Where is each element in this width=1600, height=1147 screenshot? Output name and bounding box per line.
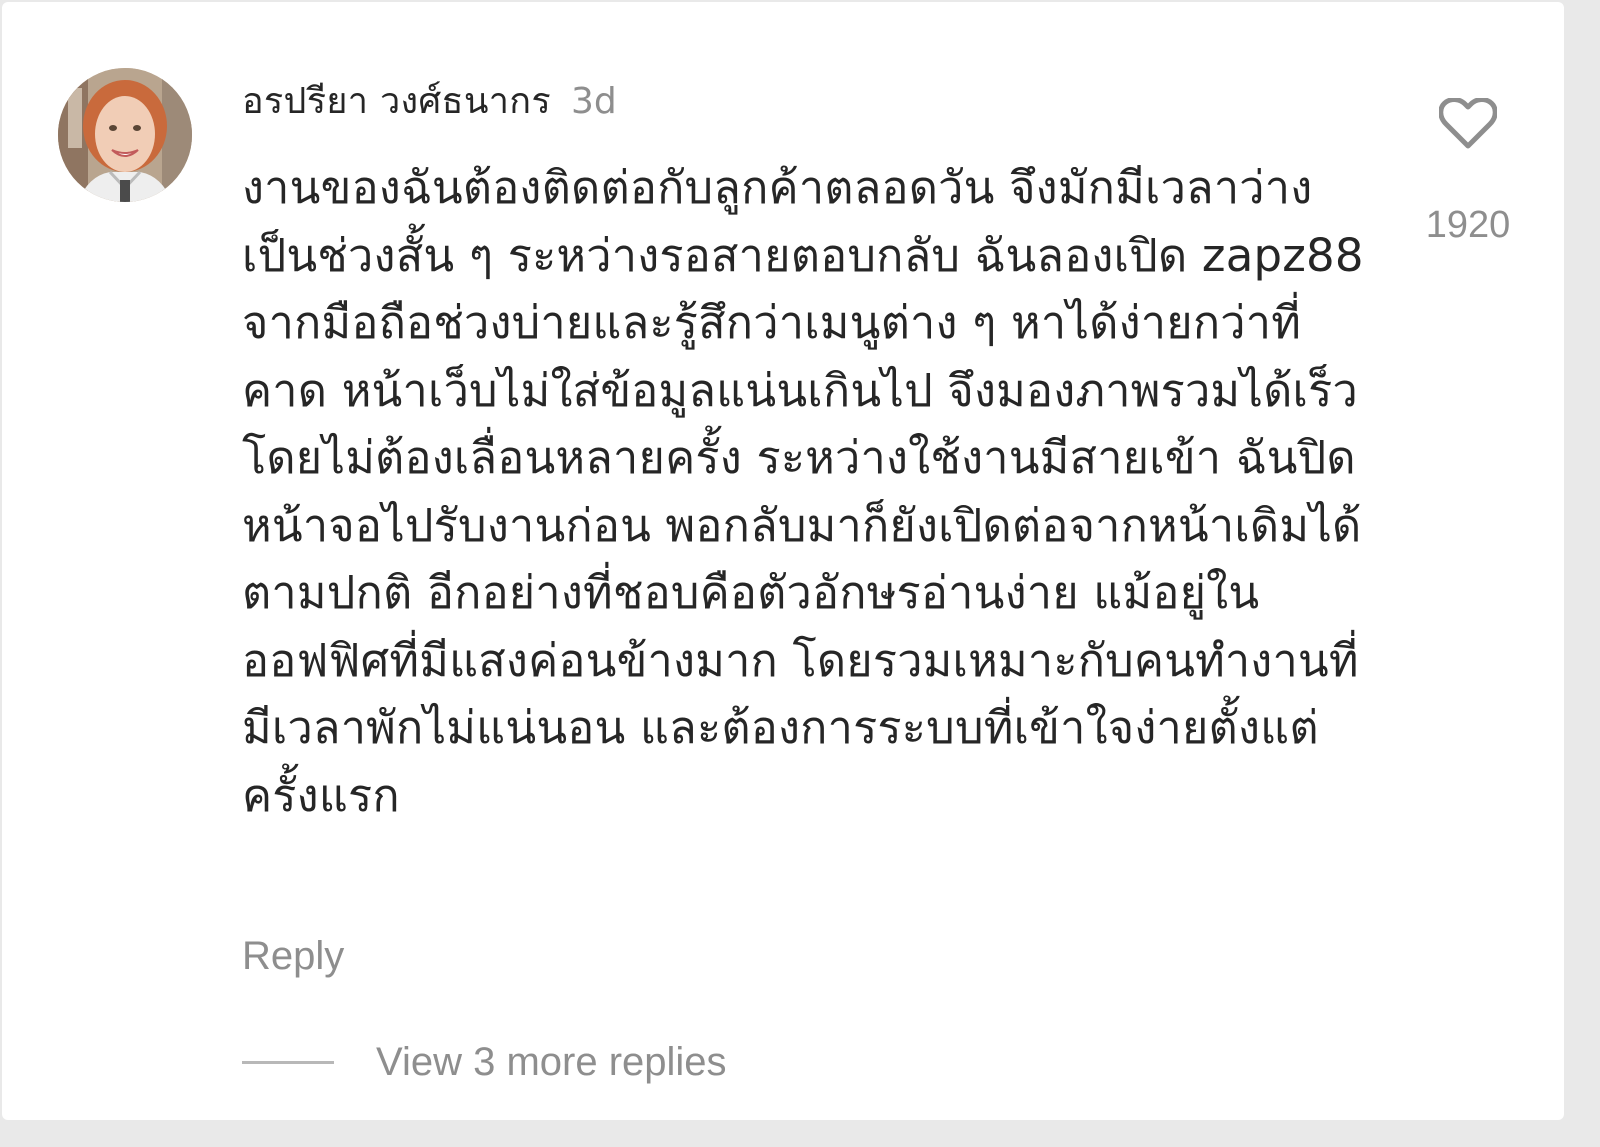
avatar[interactable] <box>58 68 192 202</box>
comment-text: งานของฉันต้องติดต่อกับลูกค้าตลอดวัน จึงม… <box>242 161 1364 822</box>
avatar-image <box>58 68 192 202</box>
view-more-replies-button[interactable]: View 3 more replies <box>242 1040 727 1085</box>
replies-divider-line <box>242 1061 334 1064</box>
heart-icon[interactable] <box>1439 98 1497 150</box>
reply-button[interactable]: Reply <box>242 934 344 979</box>
view-more-replies-label: View 3 more replies <box>376 1040 727 1084</box>
comment-card: อรปรียา วงศ์ธนากร 3d งานของฉันต้องติดต่อ… <box>2 2 1564 1120</box>
like-area: 1920 <box>1420 98 1516 247</box>
comment-content: อรปรียา วงศ์ธนากร 3d งานของฉันต้องติดต่อ… <box>242 72 1372 829</box>
timestamp: 3d <box>570 81 617 122</box>
username[interactable]: อรปรียา วงศ์ธนากร <box>242 72 551 129</box>
comment-header: อรปรียา วงศ์ธนากร 3d <box>242 72 1372 132</box>
like-count: 1920 <box>1425 204 1511 246</box>
